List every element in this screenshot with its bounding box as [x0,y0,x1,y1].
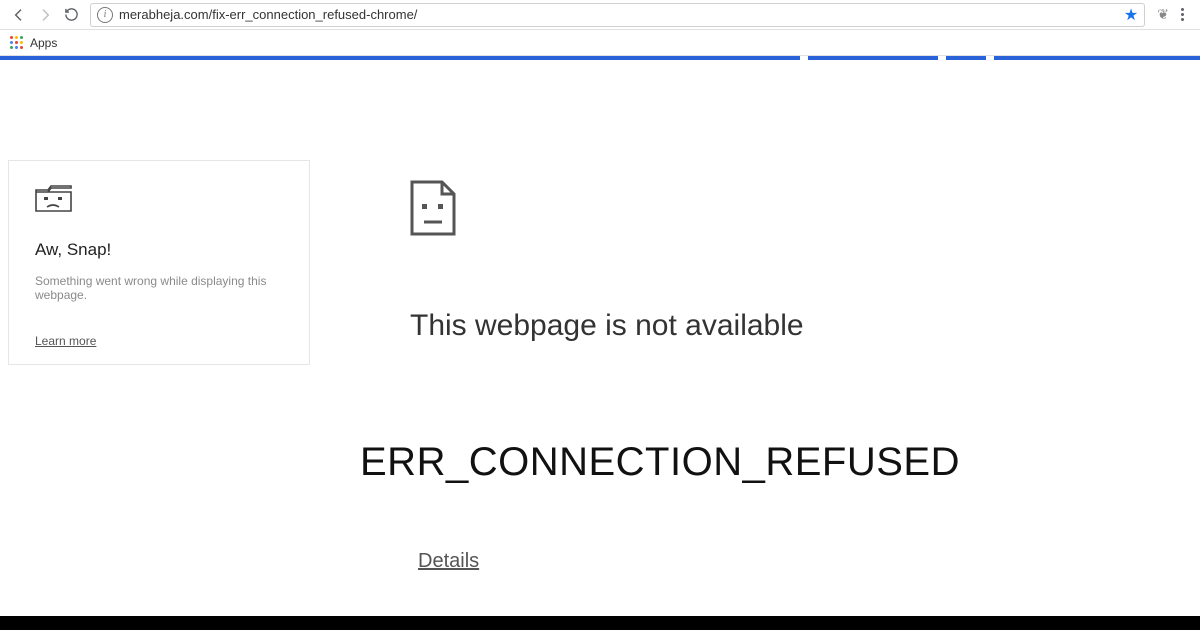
extension-icon[interactable]: ❦ [1157,6,1169,23]
forward-button[interactable] [32,2,58,28]
apps-label: Apps [30,36,57,50]
sad-document-icon [410,180,804,241]
aw-snap-subtitle: Something went wrong while displaying th… [35,274,283,302]
page-content: Aw, Snap! Something went wrong while dis… [0,60,1200,616]
reload-button[interactable] [58,2,84,28]
bookmark-star-icon[interactable]: ★ [1124,5,1138,25]
learn-more-link[interactable]: Learn more [35,334,96,348]
taskbar-strip [0,616,1200,630]
main-error-block: This webpage is not available [410,180,804,361]
sad-folder-icon [35,183,283,218]
error-heading: This webpage is not available [410,309,804,343]
address-bar[interactable]: i merabheja.com/fix-err_connection_refus… [90,3,1145,27]
error-code: ERR_CONNECTION_REFUSED [360,440,960,485]
back-button[interactable] [6,2,32,28]
menu-button[interactable] [1177,4,1188,25]
toolbar-right: ❦ [1151,4,1194,25]
site-info-icon[interactable]: i [97,7,113,23]
apps-shortcut[interactable]: Apps [10,36,57,50]
aw-snap-title: Aw, Snap! [35,240,283,260]
aw-snap-card: Aw, Snap! Something went wrong while dis… [8,160,310,365]
apps-grid-icon [10,36,24,50]
browser-toolbar: i merabheja.com/fix-err_connection_refus… [0,0,1200,30]
bookmark-bar: Apps [0,30,1200,56]
details-link[interactable]: Details [418,550,479,573]
url-text: merabheja.com/fix-err_connection_refused… [119,7,1118,22]
